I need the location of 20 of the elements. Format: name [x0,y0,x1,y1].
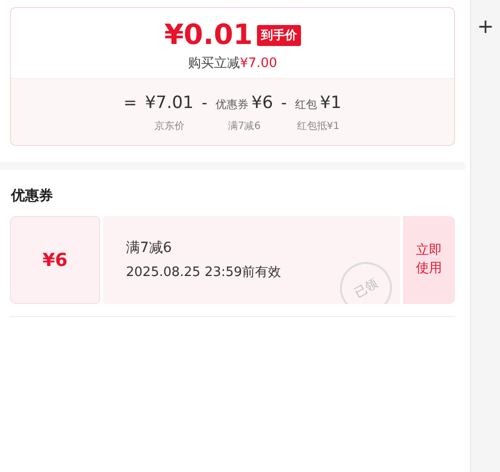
add-button[interactable]: + [477,14,494,38]
term-caption: 红包抵¥1 [296,120,340,133]
term-value: ¥1 [320,93,342,113]
term-label: 优惠券 [215,97,248,112]
term-value: ¥7.01 [144,93,194,113]
term-label: 红包 [294,97,317,112]
coupon-title: 满7减6 [126,239,173,257]
operator-sign: - [281,93,287,114]
term-caption: 京东价 [154,120,184,133]
saving-text: 购买立减¥7.00 [188,55,278,72]
coupon-validity: 2025.08.25 23:59前有效 [126,264,282,281]
section-title: 优惠券 [11,187,54,206]
coupon-amount: ¥6 [42,250,68,270]
use-button[interactable]: 立即使用 [403,216,455,304]
term-value: ¥6 [251,93,274,113]
operator-sign: = [124,93,137,114]
price-tag: 到手价 [256,24,301,46]
final-price: ¥0.01 [164,18,253,52]
operator-sign: - [202,93,208,114]
term-caption: 满7减6 [228,120,261,133]
